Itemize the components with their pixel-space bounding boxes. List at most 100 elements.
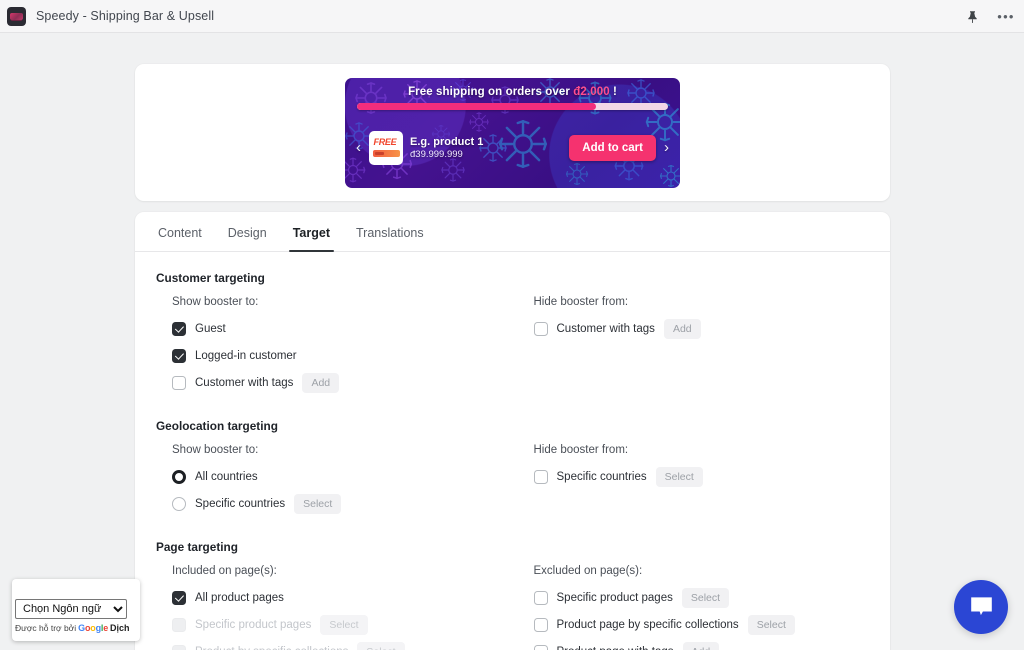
option-label: Customer with tags: [556, 323, 655, 335]
target-tab-panel: Customer targeting Show booster to: Guest L…: [135, 252, 890, 650]
app-logo-icon: [7, 6, 26, 26]
checkbox-specific-product-pages: [172, 618, 186, 632]
carousel-prev-arrow-icon[interactable]: ‹: [355, 140, 362, 155]
column-label: Hide booster from:: [533, 296, 629, 308]
titlebar-actions: •••: [962, 0, 1016, 33]
option-specific-product-pages: Specific product pages Select: [172, 613, 506, 637]
add-to-cart-button[interactable]: Add to cart: [569, 134, 656, 161]
option-guest[interactable]: Guest: [172, 317, 506, 341]
option-label: Product page by specific collections: [556, 619, 739, 631]
option-product-by-specific-collections: Product by specific collections Select: [172, 640, 506, 650]
option-label: Guest: [195, 323, 226, 335]
checkbox-product-page-with-tags[interactable]: [533, 645, 548, 650]
checkbox-guest[interactable]: [172, 322, 186, 336]
banner-headline: Free shipping on orders over đ2.000 !: [355, 86, 670, 103]
more-options-icon[interactable]: •••: [996, 7, 1016, 27]
tab-design[interactable]: Design: [215, 212, 280, 251]
section-title: Page targeting: [156, 540, 238, 554]
product-thumbnail: FREE: [369, 130, 403, 165]
checkbox-product-page-by-specific-collections[interactable]: [533, 618, 548, 632]
section-page-targeting: Page targeting Included on page(s): All pr…: [146, 540, 865, 650]
tab-target[interactable]: Target: [280, 212, 343, 252]
section-geolocation-targeting: Geolocation targeting Show booster to: All…: [146, 419, 865, 519]
column-left: Show booster to: Guest Logged-in customer C…: [146, 296, 506, 398]
column-right: Excluded on page(s): Specific product pag…: [506, 565, 866, 650]
chat-bubble-icon[interactable]: [954, 580, 1008, 634]
thumb-label: FREE: [373, 136, 397, 147]
checkbox-specific-countries[interactable]: [533, 470, 548, 484]
radio-specific-countries[interactable]: [172, 497, 186, 511]
app-title: Speedy - Shipping Bar & Upsell: [36, 9, 215, 23]
settings-tabs: Content Design Target Translations: [135, 212, 890, 252]
banner-preview-card: Free shipping on orders over đ2.000 ! ‹ …: [135, 64, 890, 201]
select-button-specific-product-pages: Select: [320, 615, 368, 635]
option-label: Customer with tags: [195, 377, 294, 389]
thumb-band: [372, 149, 400, 157]
select-button-specific-product-pages[interactable]: Select: [681, 588, 730, 608]
tab-content[interactable]: Content: [145, 212, 215, 251]
add-button-customer-with-tags[interactable]: Add: [302, 373, 340, 393]
option-customer-with-tags[interactable]: Customer with tags Add: [533, 317, 866, 341]
progress-fill: [357, 102, 597, 110]
column-label: Show booster to:: [172, 296, 259, 308]
translate-credit: Được hỗ trợ bởi Google Dịch: [15, 623, 137, 633]
settings-card: Content Design Target Translations Customer…: [135, 212, 890, 650]
banner-content: Free shipping on orders over đ2.000 ! ‹ …: [345, 78, 680, 188]
headline-amount: đ2.000: [573, 85, 610, 98]
window-titlebar: Speedy - Shipping Bar & Upsell •••: [0, 0, 1024, 33]
free-badge-art: FREE: [372, 136, 400, 159]
section-columns: Show booster to: All countries Specific co…: [146, 444, 865, 519]
checkbox-customer-with-tags[interactable]: [533, 322, 548, 336]
checkbox-customer-with-tags[interactable]: [172, 376, 186, 390]
option-label: Product page with tags: [557, 646, 674, 650]
checkbox-specific-product-pages[interactable]: [533, 591, 548, 605]
banner-product-row: ‹ FREE E.g. product 1 đ39.999.999 Add to…: [355, 110, 670, 179]
select-button-product-page-by-specific-collections[interactable]: Select: [747, 615, 795, 635]
google-logo: Google: [78, 623, 109, 633]
radio-all-countries[interactable]: [172, 470, 186, 484]
headline-suffix: !: [609, 85, 617, 98]
add-button-customer-with-tags[interactable]: Add: [663, 319, 701, 339]
section-columns: Show booster to: Guest Logged-in customer C…: [146, 296, 865, 398]
checkbox-logged-in-customer[interactable]: [172, 349, 186, 363]
option-specific-countries[interactable]: Specific countries Select: [533, 465, 866, 489]
column-right: Hide booster from: Specific countries Sele…: [506, 444, 866, 519]
tab-translations[interactable]: Translations: [343, 212, 437, 251]
option-label: All product pages: [195, 592, 284, 604]
option-product-page-with-tags[interactable]: Product page with tags Add: [533, 640, 866, 650]
option-customer-with-tags[interactable]: Customer with tags Add: [172, 371, 506, 395]
product-price: đ39.999.999: [410, 148, 463, 160]
select-button-specific-countries[interactable]: Select: [294, 494, 342, 514]
chat-bubble-glyph: [970, 596, 992, 615]
language-select[interactable]: Chọn Ngôn ngữ: [15, 599, 127, 619]
add-button-product-page-with-tags[interactable]: Add: [682, 642, 720, 650]
carousel-next-arrow-icon[interactable]: ›: [663, 140, 670, 155]
select-button-specific-countries[interactable]: Select: [655, 467, 703, 487]
option-specific-product-pages[interactable]: Specific product pages Select: [533, 586, 866, 610]
headline-prefix: Free shipping on orders over: [408, 85, 574, 98]
section-title: Geolocation targeting: [156, 419, 278, 433]
pin-icon[interactable]: [962, 7, 982, 27]
page-body: Free shipping on orders over đ2.000 ! ‹ …: [0, 33, 1024, 650]
free-shipping-progress-bar: [357, 102, 668, 110]
option-specific-countries[interactable]: Specific countries Select: [172, 492, 506, 516]
column-label: Show booster to:: [172, 444, 259, 456]
option-label: Specific countries: [195, 498, 286, 510]
option-label: Specific product pages: [195, 619, 312, 631]
column-left: Show booster to: All countries Specific co…: [146, 444, 506, 519]
option-logged-in-customer[interactable]: Logged-in customer: [172, 344, 506, 368]
checkbox-all-product-pages[interactable]: [172, 591, 186, 605]
column-label: Included on page(s):: [172, 565, 277, 577]
option-all-countries[interactable]: All countries: [172, 465, 506, 489]
option-product-page-by-specific-collections[interactable]: Product page by specific collections Sele…: [533, 613, 866, 637]
column-label: Excluded on page(s):: [533, 565, 643, 577]
option-all-product-pages[interactable]: All product pages: [172, 586, 506, 610]
option-label: Product by specific collections: [195, 646, 348, 650]
option-label: All countries: [195, 471, 258, 483]
translate-credit-prefix: Được hỗ trợ bởi: [15, 623, 77, 633]
option-label: Specific countries: [556, 471, 647, 483]
option-label: Specific product pages: [556, 592, 673, 604]
select-button-product-by-specific-collections: Select: [357, 642, 405, 650]
checkbox-product-by-specific-collections: [172, 645, 186, 650]
product-name: E.g. product 1: [410, 135, 484, 148]
